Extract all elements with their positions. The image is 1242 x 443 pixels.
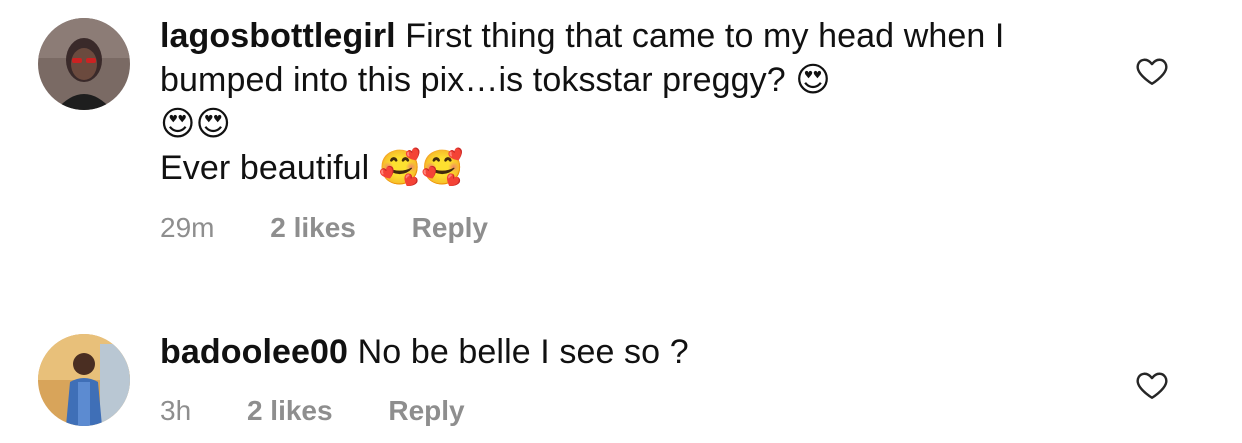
user-avatar-icon xyxy=(38,334,130,426)
avatar[interactable] xyxy=(38,334,130,426)
like-button[interactable] xyxy=(1134,367,1170,403)
comment-time: 29m xyxy=(160,212,215,243)
reply-button[interactable]: Reply xyxy=(412,212,488,244)
comment-body: lagosbottlegirl First thing that came to… xyxy=(160,14,1040,190)
smiling-hearts-emoji-icon: 🥰🥰 xyxy=(378,148,464,188)
comment-text: No be belle I see so ? xyxy=(357,333,689,371)
comment-meta: 3h 2 likes Reply xyxy=(160,395,465,427)
avatar[interactable] xyxy=(38,18,130,110)
comment-time: 3h xyxy=(160,395,192,426)
comment-meta: 29m 2 likes Reply xyxy=(160,212,488,244)
heart-icon xyxy=(1136,372,1168,399)
user-avatar-icon xyxy=(38,18,130,110)
comment-username[interactable]: badoolee00 xyxy=(160,333,348,371)
comment-text-line2: Ever beautiful xyxy=(160,149,370,187)
likes-count[interactable]: 2 likes xyxy=(247,395,333,427)
comment-username[interactable]: lagosbottlegirl xyxy=(160,17,396,55)
comment-body: badoolee00 No be belle I see so ? xyxy=(160,330,1040,374)
reply-button[interactable]: Reply xyxy=(388,395,464,427)
likes-count[interactable]: 2 likes xyxy=(270,212,356,244)
like-button[interactable] xyxy=(1134,53,1170,89)
heart-icon xyxy=(1136,58,1168,85)
heart-eyes-emoji-icon: 😍 xyxy=(795,60,831,100)
heart-eyes-emoji-icon: 😍😍 xyxy=(160,104,232,144)
